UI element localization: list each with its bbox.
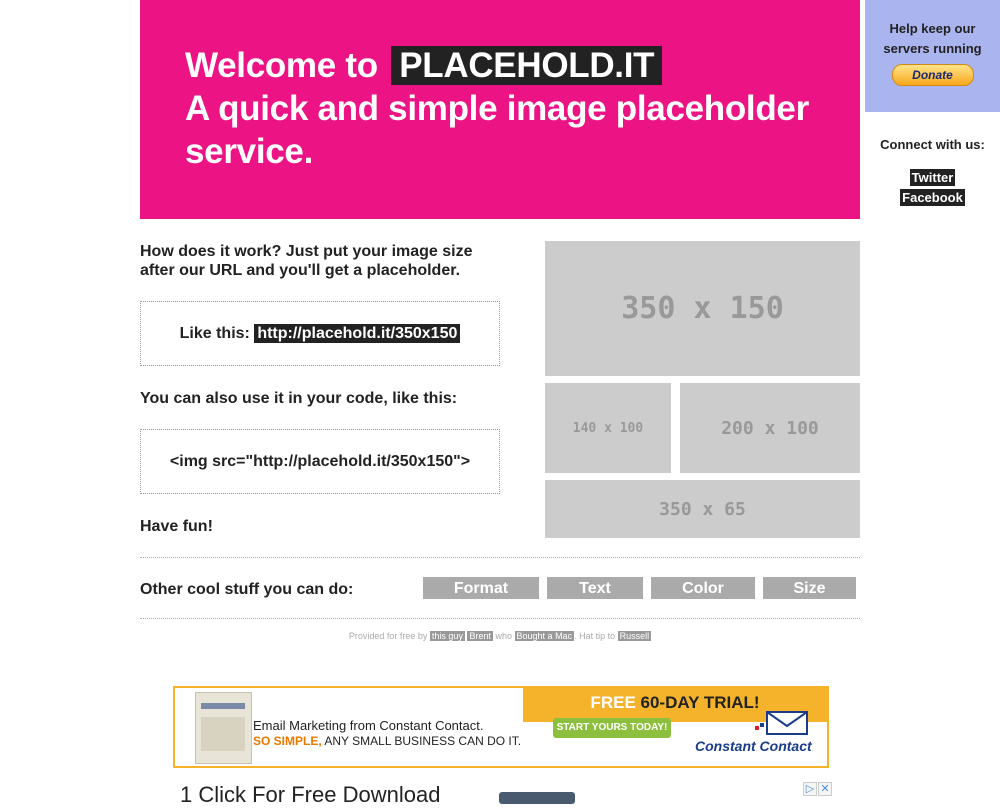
facebook-link[interactable]: Facebook (900, 189, 965, 206)
other-stuff-title: Other cool stuff you can do: (140, 581, 354, 598)
twitter-row: Twitter (865, 169, 1000, 186)
russell-link[interactable]: Russell (617, 631, 652, 641)
facebook-row: Facebook (865, 189, 1000, 206)
ad2-download-button[interactable] (499, 792, 575, 804)
hero-tagline-line1: A quick and simple image placeholder (185, 89, 809, 128)
credits: Provided for free by this guy Brent who … (0, 631, 1000, 641)
ad2-text[interactable]: 1 Click For Free Download (180, 782, 440, 808)
have-fun: Have fun! (140, 518, 213, 535)
ad-banner[interactable]: Email Marketing from Constant Contact. S… (173, 686, 829, 768)
how-it-works-line1: How does it work? Just put your image si… (140, 243, 473, 260)
hero-text: Welcome to PLACEHOLD.IT A quick and simp… (185, 44, 809, 173)
like-this-label: Like this: (179, 325, 250, 342)
tab-color[interactable]: Color (651, 577, 755, 599)
donate-button[interactable]: Donate (891, 64, 974, 86)
ad-choices: ▷ ✕ (802, 782, 832, 796)
example-url-box: Like this: http://placehold.it/350x150 (140, 301, 500, 366)
connect-title: Connect with us: (880, 137, 985, 152)
example-url[interactable]: http://placehold.it/350x150 (254, 324, 461, 343)
placeholder-140x100: 140 x 100 (545, 383, 671, 473)
placeholder-350x150: 350 x 150 (545, 241, 860, 376)
how-it-works-line2: after our URL and you'll get a placehold… (140, 262, 461, 279)
this-guy-link[interactable]: this guy (429, 631, 465, 641)
ad-brand-logo: Constant Contact (695, 738, 812, 754)
tab-text[interactable]: Text (547, 577, 643, 599)
ad-line2-bold: SO SIMPLE, (253, 734, 322, 748)
envelope-icon (755, 711, 808, 735)
code-sample: <img src="http://placehold.it/350x150"> (169, 453, 471, 470)
credits-who: who (495, 631, 513, 641)
ad-choices-icon[interactable]: ▷ (803, 782, 817, 796)
ad-free: FREE (590, 693, 636, 712)
ad-line2-rest: ANY SMALL BUSINESS CAN DO IT. (324, 734, 522, 748)
close-icon[interactable]: ✕ (818, 782, 832, 796)
code-intro: You can also use it in your code, like t… (140, 390, 458, 407)
ad-cta-button[interactable]: START YOURS TODAY! (553, 718, 671, 738)
ad-line2: SO SIMPLE, ANY SMALL BUSINESS CAN DO IT. (253, 734, 521, 748)
placeholder-200x100: 200 x 100 (680, 383, 860, 473)
divider-top (140, 557, 860, 558)
tab-size[interactable]: Size (763, 577, 856, 599)
divider-bottom (140, 618, 860, 619)
brent-link[interactable]: Brent (467, 631, 493, 641)
bought-mac-link[interactable]: Bought a Mac (514, 631, 575, 641)
brand-logo: PLACEHOLD.IT (391, 46, 663, 85)
how-it-works: How does it work? Just put your image si… (140, 242, 473, 280)
donate-text: Help keep our servers running (865, 19, 1000, 59)
hero-welcome: Welcome to (185, 46, 378, 85)
placeholder-350x65: 350 x 65 (545, 480, 860, 538)
donate-box: Help keep our servers running Donate (865, 0, 1000, 112)
hero-banner: Welcome to PLACEHOLD.IT A quick and simp… (140, 0, 860, 219)
credits-hat-tip: . Hat tip to (574, 631, 616, 641)
twitter-link[interactable]: Twitter (909, 169, 956, 186)
ad-trial: 60-DAY TRIAL! (640, 693, 760, 712)
credits-provided: Provided for free by (348, 631, 428, 641)
ad-screenshot-image (195, 692, 252, 764)
tab-format[interactable]: Format (423, 577, 539, 599)
donate-text-line2: servers running (883, 41, 982, 56)
hero-tagline-line2: service. (185, 132, 313, 171)
code-sample-box: <img src="http://placehold.it/350x150"> (140, 429, 500, 494)
donate-text-line1: Help keep our (889, 21, 976, 36)
ad-line1: Email Marketing from Constant Contact. (253, 718, 484, 733)
